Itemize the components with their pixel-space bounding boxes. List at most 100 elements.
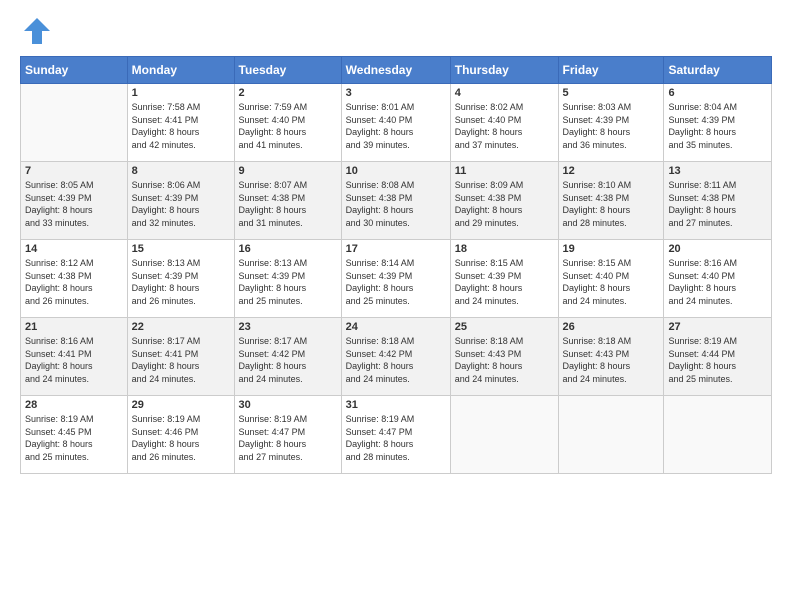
- calendar-cell: 20 Sunrise: 8:16 AM Sunset: 4:40 PM Dayli…: [664, 240, 772, 318]
- day-info: Sunrise: 8:16 AM Sunset: 4:40 PM Dayligh…: [668, 257, 767, 307]
- day-info: Sunrise: 8:15 AM Sunset: 4:40 PM Dayligh…: [563, 257, 660, 307]
- day-number: 26: [563, 321, 660, 333]
- calendar-header-row: SundayMondayTuesdayWednesdayThursdayFrid…: [21, 57, 772, 84]
- day-number: 31: [346, 399, 446, 411]
- calendar-cell: 25 Sunrise: 8:18 AM Sunset: 4:43 PM Dayli…: [450, 318, 558, 396]
- calendar-day-header: Sunday: [21, 57, 128, 84]
- day-number: 4: [455, 87, 554, 99]
- calendar-cell: 6 Sunrise: 8:04 AM Sunset: 4:39 PM Daylig…: [664, 84, 772, 162]
- calendar-cell: 7 Sunrise: 8:05 AM Sunset: 4:39 PM Daylig…: [21, 162, 128, 240]
- calendar-cell: 5Sunrise: 8:03 AM Sunset: 4:39 PM Daylig…: [558, 84, 664, 162]
- calendar-cell: 27 Sunrise: 8:19 AM Sunset: 4:44 PM Dayli…: [664, 318, 772, 396]
- calendar-cell: 24 Sunrise: 8:18 AM Sunset: 4:42 PM Dayli…: [341, 318, 450, 396]
- calendar-cell: 18Sunrise: 8:15 AM Sunset: 4:39 PM Dayli…: [450, 240, 558, 318]
- day-number: 30: [239, 399, 337, 411]
- day-number: 24: [346, 321, 446, 333]
- calendar-cell: 13 Sunrise: 8:11 AM Sunset: 4:38 PM Dayli…: [664, 162, 772, 240]
- calendar-cell: 15Sunrise: 8:13 AM Sunset: 4:39 PM Dayli…: [127, 240, 234, 318]
- day-info: Sunrise: 8:19 AM Sunset: 4:47 PM Dayligh…: [239, 413, 337, 463]
- calendar-cell: 30 Sunrise: 8:19 AM Sunset: 4:47 PM Dayli…: [234, 396, 341, 474]
- calendar-cell: 19 Sunrise: 8:15 AM Sunset: 4:40 PM Dayli…: [558, 240, 664, 318]
- calendar-cell: 8 Sunrise: 8:06 AM Sunset: 4:39 PM Daylig…: [127, 162, 234, 240]
- calendar-cell: 14 Sunrise: 8:12 AM Sunset: 4:38 PM Dayli…: [21, 240, 128, 318]
- calendar-cell: 10 Sunrise: 8:08 AM Sunset: 4:38 PM Dayli…: [341, 162, 450, 240]
- calendar-week-row: 28Sunrise: 8:19 AM Sunset: 4:45 PM Dayli…: [21, 396, 772, 474]
- calendar-cell: [21, 84, 128, 162]
- logo: [20, 16, 52, 46]
- day-info: Sunrise: 8:08 AM Sunset: 4:38 PM Dayligh…: [346, 179, 446, 229]
- day-info: Sunrise: 8:18 AM Sunset: 4:43 PM Dayligh…: [455, 335, 554, 385]
- day-number: 8: [132, 165, 230, 177]
- day-info: Sunrise: 8:18 AM Sunset: 4:43 PM Dayligh…: [563, 335, 660, 385]
- day-info: Sunrise: 8:19 AM Sunset: 4:47 PM Dayligh…: [346, 413, 446, 463]
- page: SundayMondayTuesdayWednesdayThursdayFrid…: [0, 0, 792, 612]
- calendar-cell: 21 Sunrise: 8:16 AM Sunset: 4:41 PM Dayli…: [21, 318, 128, 396]
- calendar-cell: 31 Sunrise: 8:19 AM Sunset: 4:47 PM Dayli…: [341, 396, 450, 474]
- calendar-week-row: 1 Sunrise: 7:58 AM Sunset: 4:41 PM Daylig…: [21, 84, 772, 162]
- calendar-cell: 22Sunrise: 8:17 AM Sunset: 4:41 PM Dayli…: [127, 318, 234, 396]
- day-number: 15: [132, 243, 230, 255]
- day-number: 2: [239, 87, 337, 99]
- day-info: Sunrise: 8:02 AM Sunset: 4:40 PM Dayligh…: [455, 101, 554, 151]
- day-info: Sunrise: 8:13 AM Sunset: 4:39 PM Dayligh…: [239, 257, 337, 307]
- day-info: Sunrise: 8:04 AM Sunset: 4:39 PM Dayligh…: [668, 101, 767, 151]
- day-info: Sunrise: 8:12 AM Sunset: 4:38 PM Dayligh…: [25, 257, 123, 307]
- day-number: 7: [25, 165, 123, 177]
- day-info: Sunrise: 8:14 AM Sunset: 4:39 PM Dayligh…: [346, 257, 446, 307]
- day-number: 23: [239, 321, 337, 333]
- calendar-cell: 11 Sunrise: 8:09 AM Sunset: 4:38 PM Dayli…: [450, 162, 558, 240]
- day-number: 25: [455, 321, 554, 333]
- day-info: Sunrise: 8:16 AM Sunset: 4:41 PM Dayligh…: [25, 335, 123, 385]
- day-number: 10: [346, 165, 446, 177]
- calendar-cell: 29Sunrise: 8:19 AM Sunset: 4:46 PM Dayli…: [127, 396, 234, 474]
- calendar-week-row: 21 Sunrise: 8:16 AM Sunset: 4:41 PM Dayli…: [21, 318, 772, 396]
- day-number: 19: [563, 243, 660, 255]
- day-info: Sunrise: 8:10 AM Sunset: 4:38 PM Dayligh…: [563, 179, 660, 229]
- day-number: 20: [668, 243, 767, 255]
- day-info: Sunrise: 7:59 AM Sunset: 4:40 PM Dayligh…: [239, 101, 337, 151]
- calendar-day-header: Wednesday: [341, 57, 450, 84]
- calendar-cell: 17 Sunrise: 8:14 AM Sunset: 4:39 PM Dayli…: [341, 240, 450, 318]
- calendar-cell: 28Sunrise: 8:19 AM Sunset: 4:45 PM Dayli…: [21, 396, 128, 474]
- day-number: 14: [25, 243, 123, 255]
- calendar-week-row: 7 Sunrise: 8:05 AM Sunset: 4:39 PM Daylig…: [21, 162, 772, 240]
- day-info: Sunrise: 8:19 AM Sunset: 4:44 PM Dayligh…: [668, 335, 767, 385]
- calendar-cell: 23 Sunrise: 8:17 AM Sunset: 4:42 PM Dayli…: [234, 318, 341, 396]
- day-info: Sunrise: 8:07 AM Sunset: 4:38 PM Dayligh…: [239, 179, 337, 229]
- day-info: Sunrise: 8:15 AM Sunset: 4:39 PM Dayligh…: [455, 257, 554, 307]
- day-info: Sunrise: 8:01 AM Sunset: 4:40 PM Dayligh…: [346, 101, 446, 151]
- day-info: Sunrise: 8:09 AM Sunset: 4:38 PM Dayligh…: [455, 179, 554, 229]
- calendar-cell: [664, 396, 772, 474]
- day-number: 13: [668, 165, 767, 177]
- day-number: 17: [346, 243, 446, 255]
- day-info: Sunrise: 8:19 AM Sunset: 4:45 PM Dayligh…: [25, 413, 123, 463]
- day-number: 6: [668, 87, 767, 99]
- day-number: 11: [455, 165, 554, 177]
- calendar-cell: [450, 396, 558, 474]
- day-number: 1: [132, 87, 230, 99]
- calendar-cell: 2 Sunrise: 7:59 AM Sunset: 4:40 PM Daylig…: [234, 84, 341, 162]
- header: [20, 16, 772, 46]
- day-number: 27: [668, 321, 767, 333]
- calendar-day-header: Thursday: [450, 57, 558, 84]
- day-number: 5: [563, 87, 660, 99]
- day-number: 9: [239, 165, 337, 177]
- calendar-day-header: Monday: [127, 57, 234, 84]
- calendar-cell: 1 Sunrise: 7:58 AM Sunset: 4:41 PM Daylig…: [127, 84, 234, 162]
- day-info: Sunrise: 8:18 AM Sunset: 4:42 PM Dayligh…: [346, 335, 446, 385]
- day-info: Sunrise: 8:05 AM Sunset: 4:39 PM Dayligh…: [25, 179, 123, 229]
- day-info: Sunrise: 8:06 AM Sunset: 4:39 PM Dayligh…: [132, 179, 230, 229]
- day-number: 16: [239, 243, 337, 255]
- day-info: Sunrise: 8:17 AM Sunset: 4:42 PM Dayligh…: [239, 335, 337, 385]
- day-info: Sunrise: 7:58 AM Sunset: 4:41 PM Dayligh…: [132, 101, 230, 151]
- calendar-week-row: 14 Sunrise: 8:12 AM Sunset: 4:38 PM Dayli…: [21, 240, 772, 318]
- calendar-table: SundayMondayTuesdayWednesdayThursdayFrid…: [20, 56, 772, 474]
- calendar-cell: 12 Sunrise: 8:10 AM Sunset: 4:38 PM Dayli…: [558, 162, 664, 240]
- calendar-cell: 3 Sunrise: 8:01 AM Sunset: 4:40 PM Daylig…: [341, 84, 450, 162]
- day-number: 12: [563, 165, 660, 177]
- day-number: 3: [346, 87, 446, 99]
- day-number: 22: [132, 321, 230, 333]
- day-info: Sunrise: 8:11 AM Sunset: 4:38 PM Dayligh…: [668, 179, 767, 229]
- day-info: Sunrise: 8:19 AM Sunset: 4:46 PM Dayligh…: [132, 413, 230, 463]
- day-number: 21: [25, 321, 123, 333]
